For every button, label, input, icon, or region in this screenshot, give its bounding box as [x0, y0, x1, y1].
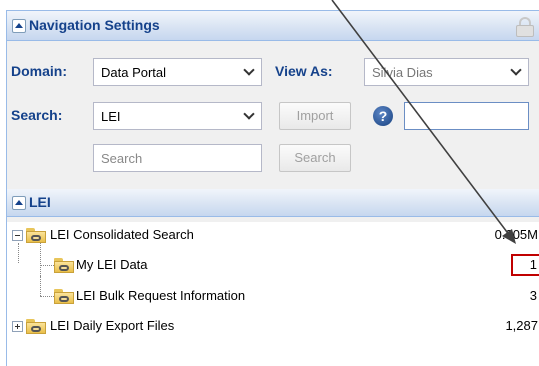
- lei-panel-header[interactable]: LEI: [7, 189, 539, 217]
- expand-icon[interactable]: [12, 321, 23, 332]
- import-button[interactable]: Import: [279, 102, 351, 130]
- search-type-select[interactable]: LEI: [93, 102, 262, 130]
- search-text-field[interactable]: [404, 102, 529, 130]
- tree-node-label: My LEI Data: [76, 257, 148, 272]
- search-label: Search:: [11, 107, 63, 123]
- lock-icon[interactable]: [516, 17, 534, 37]
- tree-node-count: 0.305M: [494, 227, 538, 242]
- navigation-panel: Navigation Settings Domain: Data Portal …: [6, 10, 539, 366]
- linked-folder-icon: [54, 258, 74, 273]
- tree-node-label: LEI Consolidated Search: [50, 227, 194, 242]
- search-button[interactable]: Search: [279, 144, 351, 172]
- domain-select-value: Data Portal: [101, 65, 167, 80]
- chevron-down-icon[interactable]: [506, 59, 528, 85]
- lei-tree: LEI Consolidated Search 0.305M My LEI Da…: [7, 222, 539, 366]
- tree-node-lei-bulk-request-information[interactable]: LEI Bulk Request Information 3: [7, 286, 539, 306]
- linked-folder-icon: [26, 228, 46, 243]
- tree-node-label: LEI Bulk Request Information: [76, 288, 246, 303]
- help-icon[interactable]: ?: [373, 106, 393, 126]
- search-input-placeholder: Search: [101, 151, 143, 166]
- tree-node-label: LEI Daily Export Files: [50, 318, 175, 333]
- search-input[interactable]: Search: [93, 144, 262, 172]
- view-as-select[interactable]: Silvia Dias: [364, 58, 529, 86]
- lei-panel-title: LEI: [29, 194, 51, 210]
- tree-node-count: 1,287: [505, 318, 538, 333]
- collapse-toggle-icon[interactable]: [12, 196, 26, 210]
- tree-node-lei-daily-export-files[interactable]: LEI Daily Export Files 1,287: [7, 316, 539, 336]
- search-type-value: LEI: [101, 109, 121, 124]
- linked-folder-icon: [26, 319, 46, 334]
- highlight-box: [511, 254, 539, 276]
- linked-folder-icon: [54, 289, 74, 304]
- tree-node-lei-consolidated-search[interactable]: LEI Consolidated Search 0.305M: [7, 225, 539, 245]
- view-as-select-value: Silvia Dias: [372, 65, 433, 80]
- tree-node-count: 3: [529, 288, 537, 303]
- chevron-down-icon[interactable]: [239, 103, 261, 129]
- domain-label: Domain:: [11, 63, 67, 79]
- collapse-icon[interactable]: [12, 230, 23, 241]
- view-as-label: View As:: [275, 63, 333, 79]
- navigation-settings-title: Navigation Settings: [29, 17, 160, 33]
- tree-node-my-lei-data[interactable]: My LEI Data 1: [7, 255, 539, 275]
- domain-select[interactable]: Data Portal: [93, 58, 262, 86]
- chevron-down-icon[interactable]: [239, 59, 261, 85]
- collapse-toggle-icon[interactable]: [12, 19, 26, 33]
- navigation-settings-header[interactable]: Navigation Settings: [7, 11, 539, 41]
